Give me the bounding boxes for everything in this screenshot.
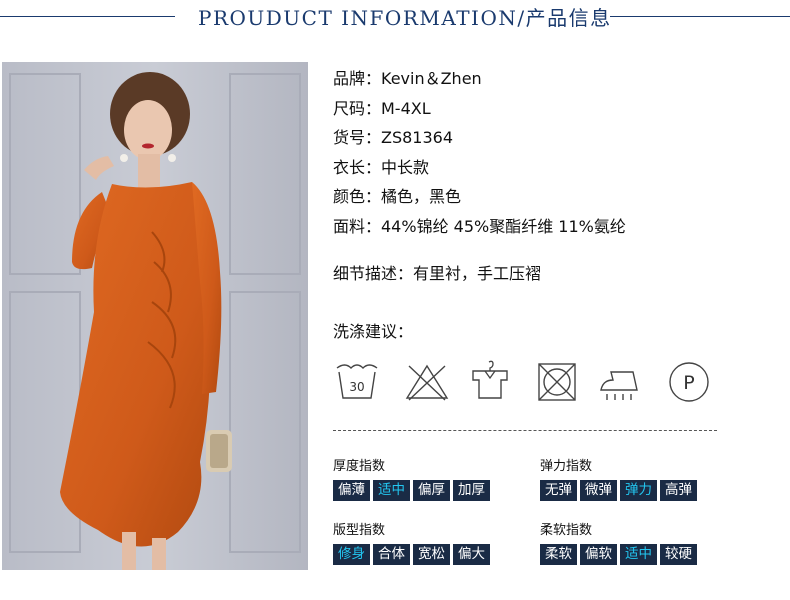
item-number-row: 货号：ZS81364 — [333, 128, 454, 147]
wash-temp-text: 30 — [349, 380, 364, 394]
care-icons: 30 P — [333, 358, 723, 408]
iron-steam-icon — [597, 358, 645, 406]
fit-index: 版型指数 修身 合体 宽松 偏大 — [333, 519, 490, 565]
detail-description: 细节描述：有里衬，手工压褶 — [333, 264, 542, 283]
softness-label: 柔软指数 — [540, 523, 593, 538]
wash-advice-label: 洗涤建议： — [333, 322, 414, 341]
dashed-divider — [333, 430, 717, 431]
color-row: 颜色：橘色，黑色 — [333, 187, 462, 206]
thickness-index: 厚度指数 偏薄 适中 偏厚 加厚 — [333, 455, 490, 501]
brand-row: 品牌：Kevin＆Zhen — [333, 69, 482, 88]
softness-index: 柔软指数 柔软 偏软 适中 较硬 — [540, 519, 697, 565]
header-rule-left — [0, 16, 175, 17]
elasticity-option: 无弹 — [540, 480, 577, 501]
thickness-option: 适中 — [373, 480, 410, 501]
product-photo — [2, 62, 308, 570]
product-info-list: 品牌：Kevin＆Zhen 尺码：M-4XL 货号：ZS81364 衣长：中长款… — [333, 64, 626, 241]
thickness-option: 加厚 — [453, 480, 490, 501]
section-title: PROUDUCT INFORMATION/产品信息 — [198, 6, 612, 30]
dry-clean-letter: P — [683, 372, 694, 394]
fit-option: 合体 — [373, 544, 410, 565]
elasticity-option: 微弹 — [580, 480, 617, 501]
softness-option: 适中 — [620, 544, 657, 565]
fit-option: 偏大 — [453, 544, 490, 565]
softness-option: 偏软 — [580, 544, 617, 565]
header-rule-right — [610, 16, 790, 17]
do-not-bleach-icon — [403, 358, 451, 406]
thickness-option: 偏厚 — [413, 480, 450, 501]
wash-30-icon: 30 — [333, 358, 381, 406]
do-not-tumble-dry-icon — [533, 358, 581, 406]
dry-clean-p-icon: P — [665, 358, 713, 406]
fit-option: 修身 — [333, 544, 370, 565]
elasticity-option: 弹力 — [620, 480, 657, 501]
fit-option: 宽松 — [413, 544, 450, 565]
elasticity-index: 弹力指数 无弹 微弹 弹力 高弹 — [540, 455, 697, 501]
size-row: 尺码：M-4XL — [333, 98, 431, 118]
length-row: 衣长：中长款 — [333, 157, 430, 177]
thickness-option: 偏薄 — [333, 480, 370, 501]
section-header: PROUDUCT INFORMATION/产品信息 — [0, 0, 790, 34]
elasticity-label: 弹力指数 — [540, 459, 593, 474]
elasticity-option: 高弹 — [660, 480, 697, 501]
softness-option: 较硬 — [660, 544, 697, 565]
softness-option: 柔软 — [540, 544, 577, 565]
hang-dry-icon — [467, 358, 515, 406]
thickness-label: 厚度指数 — [333, 459, 386, 474]
fit-label: 版型指数 — [333, 523, 386, 538]
fabric-row: 面料：44%锦纶 45%聚酯纤维 11%氨纶 — [333, 216, 626, 236]
